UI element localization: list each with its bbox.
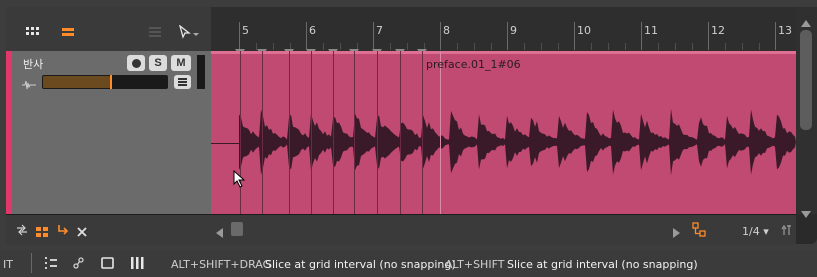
beat-tick	[541, 43, 542, 50]
bar-tick	[775, 22, 776, 50]
track-icon	[62, 28, 74, 36]
beat-tick	[407, 43, 408, 50]
beat-tick	[340, 43, 341, 50]
slice-line[interactable]	[377, 51, 378, 214]
beat-tick	[491, 43, 492, 50]
slice-line[interactable]	[311, 51, 312, 214]
audio-track-icon	[22, 77, 36, 95]
grid-resolution-select[interactable]: 1/4 ▾	[742, 225, 769, 238]
scroll-left-icon[interactable]	[216, 225, 223, 243]
beat-tick	[474, 43, 475, 50]
bar-number: 12	[711, 24, 725, 37]
bar-tick	[574, 22, 575, 50]
beat-tick	[457, 43, 458, 50]
beat-tick	[558, 43, 559, 50]
bar-number: 8	[443, 24, 450, 37]
solo-button[interactable]: S	[149, 55, 167, 71]
mode-label: IT	[3, 258, 13, 271]
slice-line[interactable]	[333, 51, 334, 214]
bar-tick	[373, 22, 374, 50]
slice-tool-icon[interactable]	[45, 256, 58, 274]
beat-tick	[742, 43, 743, 50]
hint-key-2: ALT+SHIFT	[445, 258, 505, 271]
bar-number: 5	[242, 24, 249, 37]
beat-tick	[658, 43, 659, 50]
beat-tick	[625, 43, 626, 50]
bar-tick	[440, 22, 441, 50]
beat-tick	[323, 43, 324, 50]
list-icon	[149, 27, 161, 37]
beat-tick	[524, 43, 525, 50]
layout-icon[interactable]	[36, 224, 48, 242]
volume-handle[interactable]	[110, 75, 112, 89]
mouse-cursor-icon	[232, 169, 248, 193]
hint-text-1: Slice at grid interval (no snapping)	[265, 258, 456, 271]
beat-tick	[725, 43, 726, 50]
hint-key-1: ALT+SHIFT+DRAG	[171, 258, 272, 271]
mute-button[interactable]: M	[171, 55, 191, 71]
scroll-down-icon[interactable]	[801, 205, 811, 223]
track-header-toolbar	[6, 7, 211, 51]
beat-tick	[692, 43, 693, 50]
bar-number: 11	[644, 24, 658, 37]
slice-line[interactable]	[289, 51, 290, 214]
bar-number: 9	[510, 24, 517, 37]
beat-tick	[273, 43, 274, 50]
timeline-ruler[interactable]: 5 6 7 8 9 10 11 12 13	[211, 7, 796, 52]
swap-icon[interactable]	[16, 223, 28, 241]
track-color-strip	[6, 51, 12, 214]
playhead-line[interactable]	[440, 51, 441, 214]
fold-icon[interactable]	[57, 223, 69, 241]
bar-tick	[507, 22, 508, 50]
bar-number: 13	[778, 24, 792, 37]
slice-line[interactable]	[400, 51, 401, 214]
bar-number: 6	[309, 24, 316, 37]
bar-tick	[306, 22, 307, 50]
volume-fill	[43, 76, 110, 88]
horizontal-scroll-thumb[interactable]	[231, 222, 243, 236]
beat-tick	[608, 43, 609, 50]
pointer-tool-icon	[179, 25, 199, 39]
track-menu-button[interactable]	[174, 75, 191, 89]
beat-tick	[591, 43, 592, 50]
status-divider	[31, 253, 32, 273]
slice-line[interactable]	[262, 51, 263, 214]
mixer-icon[interactable]	[131, 256, 144, 274]
beat-tick	[759, 43, 760, 50]
pointer-tool-button[interactable]	[174, 21, 204, 43]
follow-playhead-icon[interactable]	[692, 222, 706, 242]
hint-text-2: Slice at grid interval (no snapping)	[507, 258, 698, 271]
bar-tick	[641, 22, 642, 50]
bar-tick	[708, 22, 709, 50]
slice-line[interactable]	[354, 51, 355, 214]
record-icon	[131, 58, 141, 68]
waveform-lower	[239, 142, 796, 176]
clip-name: preface.01_1#06	[426, 58, 521, 71]
bar-tick	[239, 22, 240, 50]
silence-line	[211, 143, 239, 144]
slice-line[interactable]	[422, 51, 423, 214]
zoom-to-fit-icon[interactable]	[781, 223, 793, 241]
record-arm-button[interactable]	[127, 55, 145, 71]
list-button[interactable]	[144, 21, 166, 43]
track-view-button[interactable]	[57, 21, 79, 43]
audio-waveform	[239, 108, 796, 176]
connect-icon[interactable]	[73, 256, 84, 274]
grid-icon	[26, 27, 39, 35]
vertical-scroll-thumb[interactable]	[800, 30, 812, 130]
beat-tick	[390, 43, 391, 50]
clip-header-strip	[211, 51, 796, 54]
bar-number: 10	[577, 24, 591, 37]
grid-view-button[interactable]	[22, 21, 44, 43]
beat-tick	[675, 43, 676, 50]
bar-number: 7	[376, 24, 383, 37]
close-icon[interactable]	[77, 224, 87, 242]
track-name[interactable]: 반사	[23, 56, 43, 72]
scroll-right-icon[interactable]	[673, 225, 680, 243]
menu-icon	[178, 78, 187, 86]
waveform-upper	[239, 108, 796, 142]
panel-toggle-icon[interactable]	[101, 256, 114, 274]
level-meter	[197, 55, 205, 89]
